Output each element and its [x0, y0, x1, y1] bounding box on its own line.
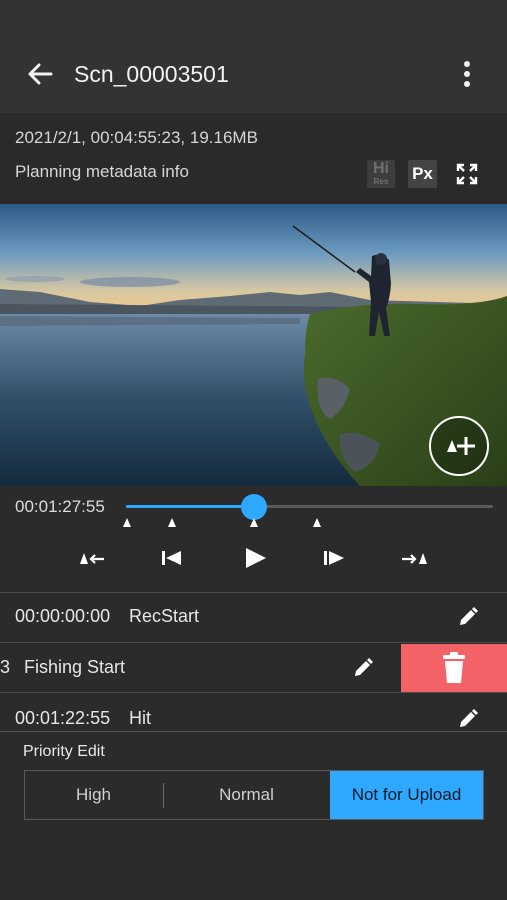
mark-indicator — [313, 518, 321, 527]
seek-handle[interactable] — [241, 494, 267, 520]
edit-mark-button[interactable] — [457, 606, 479, 628]
play-icon — [246, 548, 266, 568]
arrow-left-icon — [28, 63, 53, 85]
trash-icon — [443, 652, 465, 683]
hires-label: Hi — [373, 160, 389, 177]
step-forward-icon — [324, 551, 344, 565]
clip-info-panel — [0, 113, 507, 204]
current-timecode: 00:01:27:55 — [15, 497, 105, 516]
priority-option-high[interactable]: High — [25, 771, 162, 819]
edit-mark-button[interactable] — [352, 657, 374, 679]
mark-label: Hit — [129, 708, 151, 728]
add-mark-button[interactable] — [429, 416, 489, 476]
previous-mark-icon — [80, 553, 104, 564]
planning-metadata-link[interactable]: Planning metadata info — [15, 162, 189, 182]
step-back-icon — [162, 551, 181, 565]
more-vertical-icon — [464, 61, 470, 87]
divider — [0, 731, 507, 732]
edit-mark-button[interactable] — [457, 708, 479, 730]
mark-indicator — [168, 518, 176, 527]
step-forward-button[interactable] — [315, 538, 355, 578]
proxy-toggle[interactable]: Px — [408, 160, 437, 188]
mark-time: 00:00:00:00 — [15, 606, 111, 626]
back-button[interactable] — [24, 58, 56, 90]
hires-toggle[interactable]: Hi Res — [367, 160, 395, 188]
mark-label: RecStart — [129, 606, 200, 626]
hires-sublabel: Res — [373, 177, 389, 186]
mark-indicator — [250, 518, 258, 527]
app-bar — [0, 0, 507, 113]
previous-mark-button[interactable] — [72, 538, 112, 578]
mark-indicator — [123, 518, 131, 527]
next-mark-button[interactable] — [395, 538, 435, 578]
pencil-icon — [355, 658, 373, 676]
page-title: Scn_00003501 — [74, 61, 229, 87]
fullscreen-icon — [456, 163, 478, 185]
clip-metadata: 2021/2/1, 00:04:55:23, 19.16MB — [15, 128, 258, 147]
play-button[interactable] — [235, 538, 275, 578]
priority-label: Priority Edit — [23, 743, 105, 760]
fullscreen-button[interactable] — [455, 162, 479, 186]
pencil-icon — [460, 607, 478, 625]
priority-option-normal[interactable]: Normal — [164, 771, 329, 819]
pencil-icon — [460, 709, 478, 727]
seek-bar-progress — [126, 505, 254, 508]
priority-option-not-for-upload[interactable]: Not for Upload — [330, 771, 483, 819]
delete-mark-button[interactable] — [401, 644, 507, 693]
more-options-button[interactable] — [455, 58, 479, 90]
mark-label: Fishing Start — [24, 657, 126, 677]
mark-time: 00:01:22:55 — [15, 708, 111, 728]
step-back-button[interactable] — [152, 538, 192, 578]
mark-time: 3 — [0, 657, 11, 677]
next-mark-icon — [402, 553, 427, 564]
add-mark-icon — [429, 416, 489, 476]
